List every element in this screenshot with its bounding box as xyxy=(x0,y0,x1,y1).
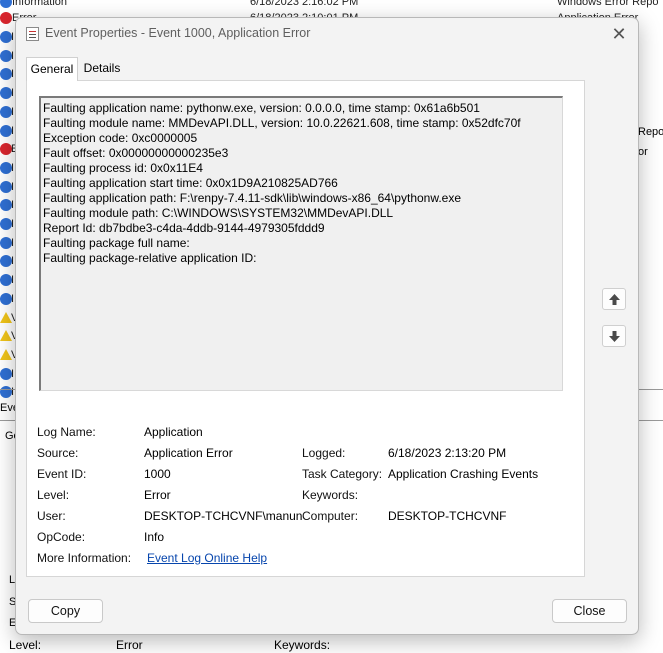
event-level-fragment: I xyxy=(11,49,15,62)
next-event-button[interactable] xyxy=(602,325,626,347)
description-line: Report Id: db7bdbe3-c4da-4ddb-9144-49793… xyxy=(43,221,325,235)
source-label: Source: xyxy=(37,446,79,460)
previous-event-button[interactable] xyxy=(602,288,626,310)
user-value: DESKTOP-TCHCVNF\manun xyxy=(144,509,303,523)
description-line: Faulting module name: MMDevAPI.DLL, vers… xyxy=(43,116,521,130)
copy-button[interactable]: Copy xyxy=(28,599,103,623)
opcode-label: OpCode: xyxy=(37,530,86,544)
title-bar[interactable]: Event Properties - Event 1000, Applicati… xyxy=(16,18,638,50)
event-description[interactable]: Faulting application name: pythonw.exe, … xyxy=(39,96,563,391)
event-level-fragment: I xyxy=(11,367,15,380)
event-id-value: 1000 xyxy=(144,467,171,481)
event-level-fragment: I xyxy=(11,124,15,137)
event-level-fragment: I xyxy=(11,236,15,249)
description-line: Faulting process id: 0x0x11E4 xyxy=(43,161,203,175)
task-category-value: Application Crashing Events xyxy=(388,467,539,481)
close-icon[interactable]: ✕ xyxy=(606,21,632,47)
background-level-value: Error xyxy=(116,638,143,652)
log-name-label: Log Name: xyxy=(37,425,96,439)
tab-details[interactable]: Details xyxy=(78,57,126,80)
opcode-value: Info xyxy=(144,530,165,544)
event-level-fragment: I xyxy=(11,274,15,287)
event-viewer-icon xyxy=(26,27,39,41)
description-line: Fault offset: 0x00000000000235e3 xyxy=(43,146,229,160)
event-level-fragment: I xyxy=(11,218,15,230)
close-button[interactable]: Close xyxy=(552,599,627,623)
event-level-fragment: I xyxy=(11,31,15,43)
user-label: User: xyxy=(37,509,66,523)
event-level-fragment: I xyxy=(11,87,15,100)
more-information-label: More Information: xyxy=(37,551,132,565)
description-line: Exception code: 0xc0000005 xyxy=(43,131,198,145)
information-icon xyxy=(0,0,12,8)
log-name-value: Application xyxy=(144,425,203,439)
source-value: Application Error xyxy=(144,446,233,460)
event-properties-dialog: Event Properties - Event 1000, Applicati… xyxy=(15,17,639,635)
event-level-fragment: I xyxy=(11,199,15,212)
level-value: Error xyxy=(144,488,171,502)
arrow-up-icon xyxy=(609,294,620,305)
event-level-fragment: I xyxy=(11,105,15,118)
background-source-fragment: or xyxy=(638,146,648,158)
logged-label: Logged: xyxy=(302,446,346,460)
level-label: Level: xyxy=(37,488,70,502)
event-level-fragment: I xyxy=(11,161,15,174)
description-line: Faulting package full name: xyxy=(43,236,190,250)
event-log-online-help-link[interactable]: Event Log Online Help xyxy=(147,551,267,566)
computer-value: DESKTOP-TCHCVNF xyxy=(388,509,507,523)
event-level-fragment: I xyxy=(11,292,15,305)
task-category-label: Task Category: xyxy=(302,467,383,481)
description-line: Faulting module path: C:\WINDOWS\SYSTEM3… xyxy=(43,206,394,220)
event-level-fragment: I xyxy=(11,180,15,193)
background-keywords-label: Keywords: xyxy=(274,638,331,652)
description-line: Faulting application start time: 0x0x1D9… xyxy=(43,176,338,190)
event-level-fragment: I xyxy=(11,255,15,268)
error-icon xyxy=(0,12,12,24)
tab-general[interactable]: General xyxy=(26,57,78,81)
event-level-fragment: I xyxy=(11,68,15,81)
keywords-label: Keywords: xyxy=(302,488,359,502)
background-level-label: Level: xyxy=(9,638,42,652)
arrow-down-icon xyxy=(609,331,620,342)
computer-label: Computer: xyxy=(302,509,359,523)
general-tab-panel: Faulting application name: pythonw.exe, … xyxy=(26,80,585,577)
event-id-label: Event ID: xyxy=(37,467,87,481)
event-level-fragment: I xyxy=(11,386,15,399)
background-source-fragment: Repo xyxy=(638,126,663,138)
logged-value: 6/18/2023 2:13:20 PM xyxy=(388,446,507,460)
description-line: Faulting application path: F:\renpy-7.4.… xyxy=(43,191,462,205)
description-line: Faulting package-relative application ID… xyxy=(43,251,257,265)
dialog-title: Event Properties - Event 1000, Applicati… xyxy=(45,26,311,40)
description-line: Faulting application name: pythonw.exe, … xyxy=(43,101,480,115)
